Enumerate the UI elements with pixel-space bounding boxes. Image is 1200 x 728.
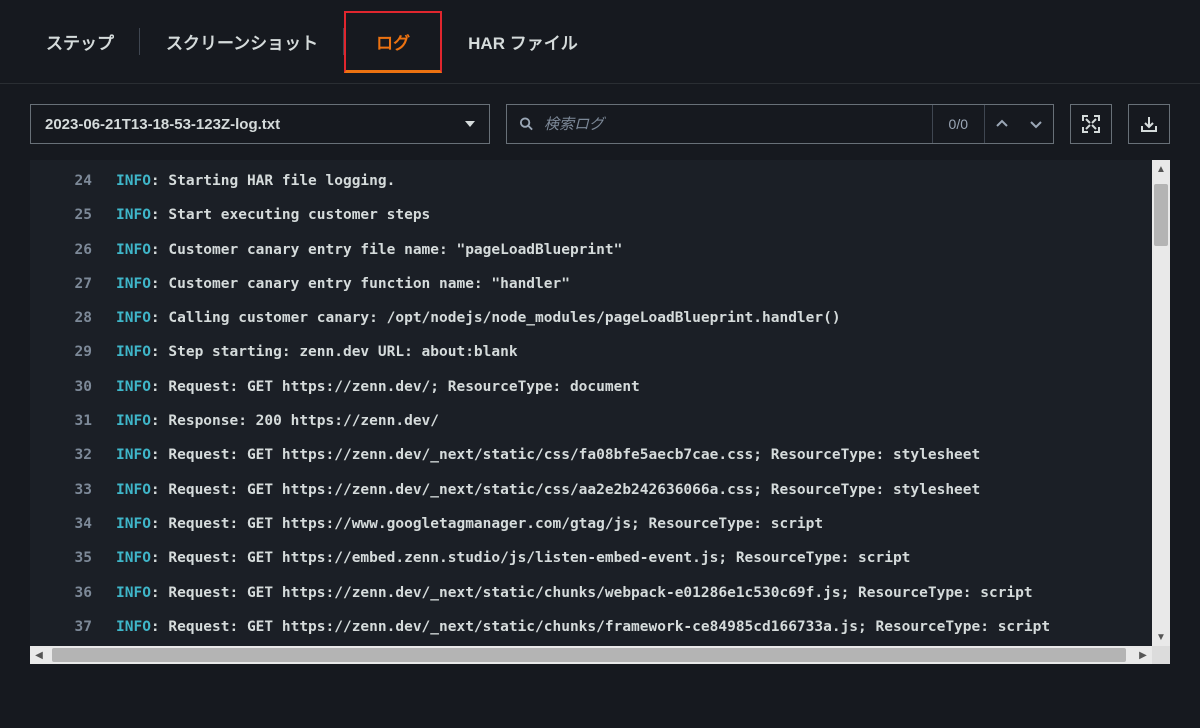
line-number: 24 [30,171,116,191]
log-line: 26INFO: Customer canary entry file name:… [30,233,1170,267]
log-level: INFO [116,344,151,360]
log-level: INFO [116,619,151,635]
chevron-down-icon [465,121,475,127]
log-level: INFO [116,173,151,189]
log-level: INFO [116,447,151,463]
log-line: 24INFO: Starting HAR file logging. [30,164,1170,198]
vertical-scrollbar[interactable]: ▲ ▼ [1152,160,1170,646]
search-input[interactable] [544,116,920,133]
log-line: 27INFO: Customer canary entry function n… [30,267,1170,301]
tab-step[interactable]: ステップ [20,11,140,72]
chevron-down-icon [1029,117,1043,131]
line-number: 28 [30,308,116,328]
selected-file-label: 2023-06-21T13-18-53-123Z-log.txt [45,116,280,133]
log-line: 29INFO: Step starting: zenn.dev URL: abo… [30,335,1170,369]
chevron-up-icon [995,117,1009,131]
log-line: 34INFO: Request: GET https://www.googlet… [30,507,1170,541]
fullscreen-button[interactable] [1070,104,1112,144]
log-line: 25INFO: Start executing customer steps [30,198,1170,232]
log-viewer: 24INFO: Starting HAR file logging.25INFO… [30,160,1170,664]
log-line: 28INFO: Calling customer canary: /opt/no… [30,301,1170,335]
scroll-down-icon[interactable]: ▼ [1152,628,1170,646]
log-level: INFO [116,585,151,601]
log-text: INFO: Request: GET https://zenn.dev/_nex… [116,480,980,500]
log-line: 32INFO: Request: GET https://zenn.dev/_n… [30,438,1170,472]
log-level: INFO [116,310,151,326]
line-number: 30 [30,377,116,397]
line-number: 37 [30,617,116,637]
log-text: INFO: Starting HAR file logging. [116,171,395,191]
log-text: INFO: Request: GET https://zenn.dev/_nex… [116,445,980,465]
log-line: 31INFO: Response: 200 https://zenn.dev/ [30,404,1170,438]
search-icon [519,116,534,132]
log-level: INFO [116,379,151,395]
line-number: 32 [30,445,116,465]
line-number: 33 [30,480,116,500]
scroll-up-icon[interactable]: ▲ [1152,160,1170,178]
log-text: INFO: Request: GET https://www.googletag… [116,514,823,534]
tab-bar: ステップ スクリーンショット ログ HAR ファイル [0,0,1200,84]
log-level: INFO [116,482,151,498]
line-number: 26 [30,240,116,260]
tab-screenshot[interactable]: スクリーンショット [140,11,344,72]
log-text: INFO: Request: GET https://embed.zenn.st… [116,548,910,568]
log-line: 37INFO: Request: GET https://zenn.dev/_n… [30,610,1170,644]
download-icon [1140,115,1158,133]
log-level: INFO [116,242,151,258]
log-line: 30INFO: Request: GET https://zenn.dev/; … [30,370,1170,404]
line-number: 29 [30,342,116,362]
log-line: 35INFO: Request: GET https://embed.zenn.… [30,541,1170,575]
log-lines[interactable]: 24INFO: Starting HAR file logging.25INFO… [30,160,1170,646]
log-text: INFO: Step starting: zenn.dev URL: about… [116,342,518,362]
log-text: INFO: Start executing customer steps [116,205,430,225]
scroll-left-icon[interactable]: ◀ [30,646,48,664]
horizontal-scrollbar[interactable]: ◀ ▶ [30,646,1170,664]
log-level: INFO [116,550,151,566]
log-level: INFO [116,516,151,532]
log-text: INFO: Request: GET https://zenn.dev/; Re… [116,377,640,397]
line-number: 27 [30,274,116,294]
log-level: INFO [116,276,151,292]
log-line: 33INFO: Request: GET https://zenn.dev/_n… [30,473,1170,507]
log-file-select[interactable]: 2023-06-21T13-18-53-123Z-log.txt [30,104,490,144]
line-number: 35 [30,548,116,568]
log-text: INFO: Request: GET https://zenn.dev/_nex… [116,583,1033,603]
log-toolbar: 2023-06-21T13-18-53-123Z-log.txt 0/0 [0,84,1200,160]
line-number: 31 [30,411,116,431]
scroll-right-icon[interactable]: ▶ [1134,646,1152,664]
line-number: 36 [30,583,116,603]
line-number: 25 [30,205,116,225]
search-count: 0/0 [932,105,984,143]
tab-log[interactable]: ログ [344,11,442,73]
log-level: INFO [116,413,151,429]
search-prev-button[interactable] [985,105,1019,143]
log-text: INFO: Calling customer canary: /opt/node… [116,308,841,328]
scrollbar-thumb[interactable] [1154,184,1168,246]
log-text: INFO: Customer canary entry file name: "… [116,240,622,260]
search-next-button[interactable] [1019,105,1053,143]
log-text: INFO: Request: GET https://zenn.dev/_nex… [116,617,1050,637]
download-button[interactable] [1128,104,1170,144]
tab-har[interactable]: HAR ファイル [442,11,604,72]
log-text: INFO: Response: 200 https://zenn.dev/ [116,411,439,431]
log-text: INFO: Customer canary entry function nam… [116,274,570,294]
log-level: INFO [116,207,151,223]
scrollbar-corner [1152,646,1170,664]
search-box: 0/0 [506,104,1054,144]
expand-icon [1082,115,1100,133]
line-number: 34 [30,514,116,534]
log-line: 36INFO: Request: GET https://zenn.dev/_n… [30,576,1170,610]
scrollbar-thumb[interactable] [52,648,1126,662]
